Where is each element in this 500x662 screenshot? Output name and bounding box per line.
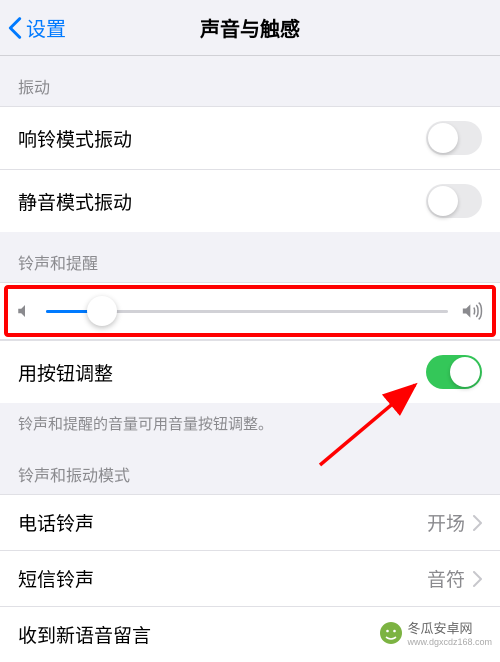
toggle-ring-vibrate[interactable] (426, 121, 482, 155)
silent-vibrate-label: 静音模式振动 (18, 188, 132, 215)
watermark: 冬瓜安卓网 www.dgxcdz168.com (379, 618, 492, 647)
chevron-left-icon (8, 16, 22, 40)
row-button-adjust[interactable]: 用按钮调整 (0, 340, 500, 403)
chevron-right-icon (473, 571, 482, 587)
button-adjust-label: 用按钮调整 (18, 359, 113, 386)
page-title: 声音与触感 (200, 13, 300, 42)
section-header-ringtone: 铃声和提醒 (0, 232, 500, 282)
volume-slider-row (0, 282, 500, 340)
section-header-vibration: 振动 (0, 56, 500, 106)
chevron-right-icon (473, 515, 482, 531)
watermark-url: www.dgxcdz168.com (407, 637, 492, 647)
row-text-tone[interactable]: 短信铃声 音符 (0, 551, 500, 607)
footer-note: 铃声和提醒的音量可用音量按钮调整。 (0, 403, 500, 444)
vibration-group: 响铃模式振动 静音模式振动 (0, 106, 500, 232)
watermark-icon (379, 621, 403, 645)
section-header-patterns: 铃声和振动模式 (0, 444, 500, 494)
ring-vibrate-label: 响铃模式振动 (18, 125, 132, 152)
speaker-low-icon (16, 302, 34, 320)
button-adjust-group: 用按钮调整 (0, 340, 500, 403)
speaker-high-icon (460, 301, 484, 321)
volume-slider[interactable] (46, 310, 448, 313)
phone-ringtone-value: 开场 (427, 509, 465, 536)
back-label: 设置 (26, 13, 66, 42)
text-tone-value: 音符 (427, 565, 465, 592)
phone-ringtone-label: 电话铃声 (18, 509, 94, 536)
row-silent-vibrate[interactable]: 静音模式振动 (0, 170, 500, 232)
voicemail-label: 收到新语音留言 (18, 621, 151, 648)
header: 设置 声音与触感 (0, 0, 500, 56)
toggle-silent-vibrate[interactable] (426, 184, 482, 218)
row-phone-ringtone[interactable]: 电话铃声 开场 (0, 494, 500, 551)
back-button[interactable]: 设置 (8, 13, 66, 42)
text-tone-label: 短信铃声 (18, 565, 94, 592)
row-ring-vibrate[interactable]: 响铃模式振动 (0, 106, 500, 170)
watermark-text: 冬瓜安卓网 (407, 618, 492, 637)
slider-thumb[interactable] (87, 296, 117, 326)
toggle-button-adjust[interactable] (426, 355, 482, 389)
